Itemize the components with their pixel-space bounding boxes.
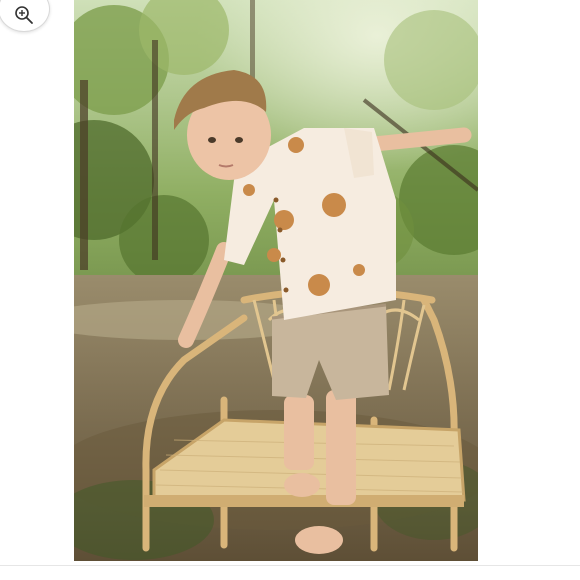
zoom-button[interactable] bbox=[0, 0, 50, 32]
product-photo[interactable] bbox=[74, 0, 478, 561]
boy-on-rattan-chair-image bbox=[74, 0, 478, 561]
divider bbox=[0, 565, 580, 566]
zoom-in-icon bbox=[15, 6, 33, 24]
